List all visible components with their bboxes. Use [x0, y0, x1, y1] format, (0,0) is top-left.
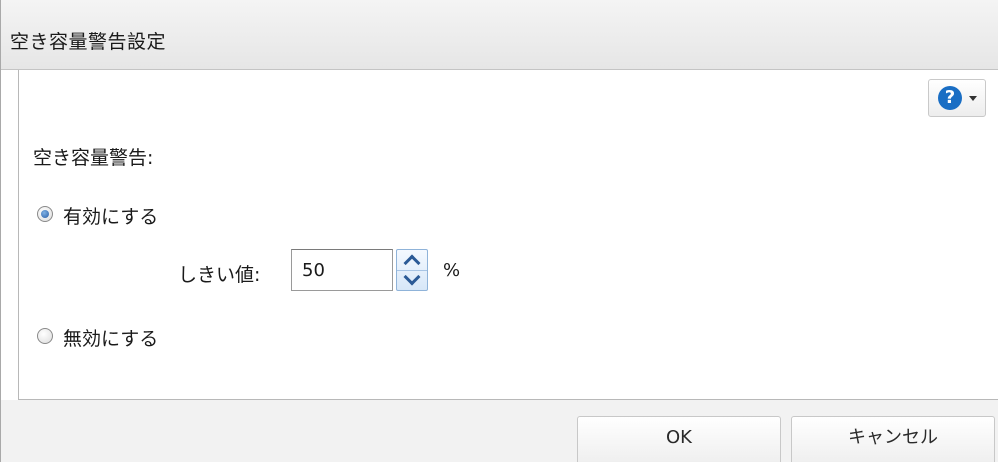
- threshold-spinner: [396, 249, 428, 291]
- disable-radio-label[interactable]: 無効にする: [63, 324, 158, 351]
- help-icon: ?: [938, 86, 962, 110]
- chevron-down-icon: [969, 96, 977, 101]
- threshold-unit: %: [443, 260, 461, 281]
- threshold-input[interactable]: [291, 249, 393, 291]
- help-dropdown-button[interactable]: ?: [928, 79, 986, 117]
- spin-down-icon[interactable]: [397, 270, 427, 290]
- threshold-label: しきい値:: [178, 264, 261, 286]
- ok-button[interactable]: OK: [577, 416, 781, 462]
- cancel-button[interactable]: キャンセル: [791, 416, 995, 462]
- enable-radio-label[interactable]: 有効にする: [63, 202, 158, 229]
- dialog-footer: OK キャンセル: [1, 400, 998, 462]
- free-space-warning-dialog: 空き容量警告設定 ? 空き容量警告: 有効にする しきい値: % 無効にする O…: [0, 0, 998, 462]
- dialog-content: ? 空き容量警告: 有効にする しきい値: % 無効にする: [18, 70, 998, 400]
- free-space-warning-label: 空き容量警告:: [33, 147, 154, 169]
- dialog-titlebar: 空き容量警告設定: [1, 0, 998, 70]
- enable-radio[interactable]: [37, 206, 53, 222]
- dialog-title: 空き容量警告設定: [10, 31, 167, 53]
- disable-radio[interactable]: [37, 328, 53, 344]
